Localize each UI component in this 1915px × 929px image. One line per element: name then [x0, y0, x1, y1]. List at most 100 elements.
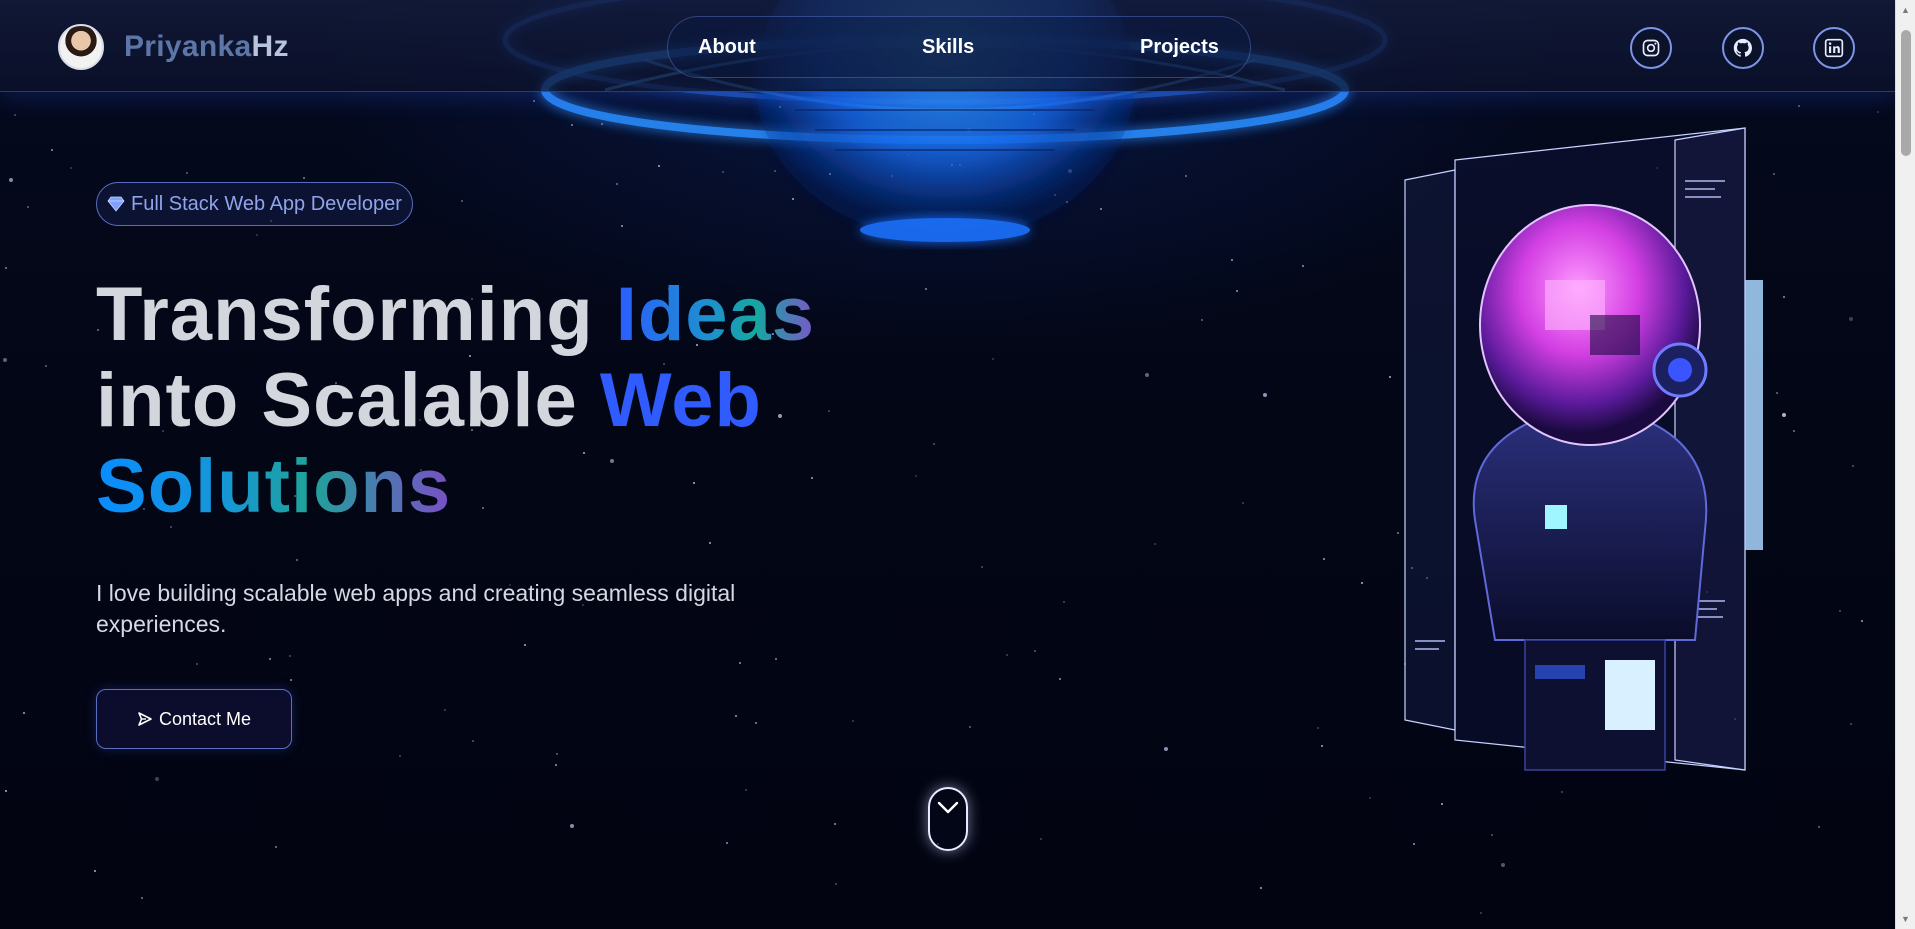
- star: [891, 175, 893, 177]
- star: [933, 443, 935, 445]
- star: [5, 267, 7, 269]
- star: [1818, 826, 1820, 828]
- star: [722, 171, 724, 173]
- star: [1100, 208, 1102, 210]
- star: [1877, 111, 1879, 113]
- star: [1852, 465, 1854, 467]
- star: [51, 149, 53, 151]
- star: [739, 662, 741, 664]
- star: [1776, 392, 1778, 394]
- page-scrollbar[interactable]: ▲ ▼: [1895, 0, 1915, 929]
- contact-me-label: Contact Me: [158, 708, 252, 729]
- star: [1496, 569, 1498, 571]
- gem-icon: [107, 196, 125, 212]
- robot-astronaut-illustration: [1404, 127, 1763, 771]
- star: [735, 715, 737, 717]
- star: [1734, 718, 1736, 720]
- star: [1413, 843, 1415, 845]
- star: [1242, 502, 1244, 504]
- star: [1006, 654, 1008, 656]
- star: [1361, 582, 1363, 584]
- brand-first-name: Priyanka: [124, 30, 252, 63]
- brand-name: PriyankaHz: [124, 30, 289, 64]
- star: [1389, 376, 1391, 378]
- star: [1501, 863, 1505, 867]
- star: [1662, 485, 1664, 487]
- star: [1839, 610, 1841, 612]
- star: [1164, 747, 1168, 751]
- star: [23, 712, 25, 714]
- star: [256, 234, 258, 236]
- linkedin-link[interactable]: [1813, 27, 1855, 69]
- star: [621, 225, 623, 227]
- star: [290, 679, 292, 681]
- star: [1059, 678, 1061, 680]
- star: [1040, 838, 1042, 840]
- star: [155, 777, 159, 781]
- star: [1576, 469, 1578, 471]
- star: [1033, 113, 1035, 115]
- star: [709, 542, 711, 544]
- scrollbar-thumb[interactable]: [1901, 30, 1911, 156]
- star: [1656, 167, 1658, 169]
- star: [774, 170, 776, 172]
- star: [925, 288, 927, 290]
- star: [289, 655, 291, 657]
- star: [196, 663, 198, 665]
- role-badge-text: Full Stack Web App Developer: [131, 192, 402, 215]
- star: [3, 358, 7, 362]
- star: [1783, 296, 1785, 298]
- star: [726, 842, 728, 844]
- star: [1850, 723, 1852, 725]
- scroll-down-arrow-icon[interactable]: ▼: [1896, 911, 1915, 927]
- scroll-down-button[interactable]: [928, 787, 968, 851]
- star: [1154, 543, 1156, 545]
- star: [1679, 287, 1683, 291]
- star: [555, 764, 557, 766]
- star: [533, 100, 535, 102]
- star: [745, 789, 747, 791]
- nav-projects-link[interactable]: Projects: [1140, 36, 1219, 59]
- star: [1063, 601, 1065, 603]
- star: [556, 753, 558, 755]
- star: [275, 846, 277, 848]
- star: [1397, 532, 1399, 534]
- scroll-up-arrow-icon[interactable]: ▲: [1896, 2, 1915, 18]
- star: [1491, 834, 1493, 836]
- star: [1639, 390, 1641, 392]
- hero-headline: Transforming Ideas into Scalable Web Sol…: [96, 272, 896, 530]
- headline-line2-plain: into Scalable: [96, 358, 600, 443]
- star: [1782, 413, 1786, 417]
- send-icon: [138, 712, 152, 726]
- star: [5, 790, 7, 792]
- star: [992, 358, 994, 360]
- github-link[interactable]: [1722, 27, 1764, 69]
- star: [1643, 694, 1645, 696]
- star: [1066, 201, 1068, 203]
- star: [399, 755, 401, 757]
- star: [616, 183, 618, 185]
- instagram-link[interactable]: [1630, 27, 1672, 69]
- star: [141, 897, 143, 899]
- brand[interactable]: PriyankaHz: [58, 24, 289, 70]
- nav-about-link[interactable]: About: [698, 36, 756, 59]
- star: [1411, 567, 1413, 569]
- headline-line1-plain: Transforming: [96, 272, 616, 357]
- star: [1321, 745, 1323, 747]
- star: [1323, 558, 1325, 560]
- star: [1480, 912, 1482, 914]
- star: [9, 178, 13, 182]
- star: [303, 177, 305, 179]
- star: [1034, 650, 1036, 652]
- star: [852, 720, 854, 722]
- star: [951, 164, 953, 166]
- headline-accent-solutions: Solutions: [96, 444, 452, 529]
- star: [1054, 194, 1056, 196]
- contact-me-button[interactable]: Contact Me: [96, 689, 292, 749]
- linkedin-icon: [1824, 38, 1844, 58]
- star: [70, 167, 72, 169]
- nav-skills-link[interactable]: Skills: [922, 36, 974, 59]
- star: [969, 726, 971, 728]
- avatar: [58, 24, 104, 70]
- star: [1861, 620, 1863, 622]
